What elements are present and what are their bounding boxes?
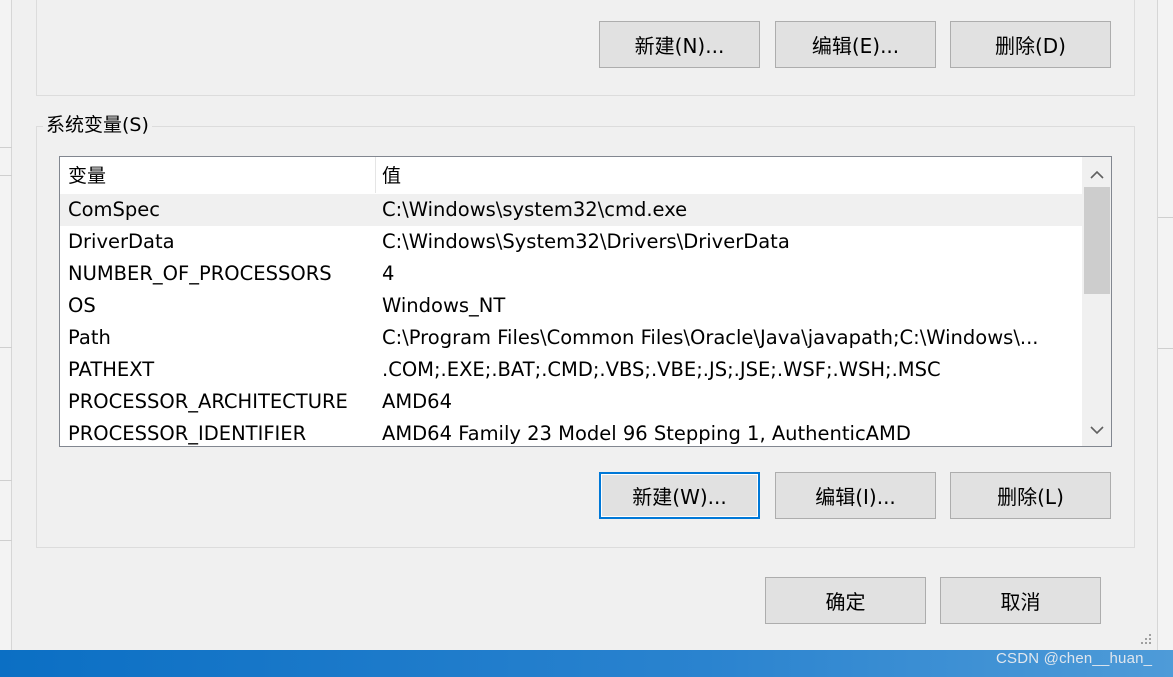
list-item[interactable]: OS Windows_NT bbox=[60, 290, 1082, 322]
list-item[interactable]: PATHEXT .COM;.EXE;.BAT;.CMD;.VBS;.VBE;.J… bbox=[60, 354, 1082, 386]
vertical-scrollbar[interactable] bbox=[1082, 157, 1111, 446]
chevron-up-icon bbox=[1090, 170, 1104, 179]
variable-name: Path bbox=[68, 326, 111, 349]
user-edit-button[interactable]: 编辑(E)... bbox=[775, 21, 936, 68]
chevron-down-icon bbox=[1090, 425, 1104, 434]
variable-value: .COM;.EXE;.BAT;.CMD;.VBS;.VBE;.JS;.JSE;.… bbox=[382, 358, 941, 381]
cancel-button[interactable]: 取消 bbox=[940, 577, 1101, 624]
variable-value: AMD64 bbox=[382, 390, 452, 413]
system-delete-button[interactable]: 删除(L) bbox=[950, 472, 1111, 519]
variable-name: NUMBER_OF_PROCESSORS bbox=[68, 262, 332, 285]
variable-value: Windows_NT bbox=[382, 294, 506, 317]
ok-button[interactable]: 确定 bbox=[765, 577, 926, 624]
scroll-up-button[interactable] bbox=[1082, 159, 1111, 189]
list-item[interactable]: PROCESSOR_IDENTIFIER AMD64 Family 23 Mod… bbox=[60, 418, 1082, 446]
variable-value: C:\Windows\System32\Drivers\DriverData bbox=[382, 230, 790, 253]
list-item[interactable]: PROCESSOR_ARCHITECTURE AMD64 bbox=[60, 386, 1082, 418]
system-new-button[interactable]: 新建(W)... bbox=[599, 472, 760, 519]
background-window-right bbox=[1157, 0, 1173, 650]
variable-name: ComSpec bbox=[68, 198, 161, 221]
variable-value: AMD64 Family 23 Model 96 Stepping 1, Aut… bbox=[382, 422, 911, 445]
variable-value: C:\Windows\system32\cmd.exe bbox=[382, 198, 688, 221]
variable-name: PROCESSOR_ARCHITECTURE bbox=[68, 390, 348, 413]
resize-grip-icon[interactable] bbox=[1138, 633, 1152, 647]
background-window-left bbox=[0, 0, 12, 650]
list-item[interactable]: Path C:\Program Files\Common Files\Oracl… bbox=[60, 322, 1082, 354]
variable-name: PATHEXT bbox=[68, 358, 155, 381]
list-header: 变量 值 bbox=[60, 157, 1082, 193]
variable-name: PROCESSOR_IDENTIFIER bbox=[68, 422, 307, 445]
variable-name: OS bbox=[68, 294, 96, 317]
variable-name: DriverData bbox=[68, 230, 175, 253]
list-item[interactable]: NUMBER_OF_PROCESSORS 4 bbox=[60, 258, 1082, 290]
variable-value: 4 bbox=[382, 262, 395, 285]
scrollbar-thumb[interactable] bbox=[1084, 187, 1110, 294]
list-item[interactable]: ComSpec C:\Windows\system32\cmd.exe bbox=[60, 194, 1082, 226]
system-variables-list[interactable]: 变量 值 ComSpec C:\Windows\system32\cmd.exe… bbox=[59, 156, 1112, 447]
user-delete-button[interactable]: 删除(D) bbox=[950, 21, 1111, 68]
scroll-down-button[interactable] bbox=[1082, 415, 1111, 445]
variable-value: C:\Program Files\Common Files\Oracle\Jav… bbox=[382, 326, 1039, 349]
user-new-button[interactable]: 新建(N)... bbox=[599, 21, 760, 68]
column-header-value[interactable]: 值 bbox=[374, 157, 1074, 193]
column-header-name[interactable]: 变量 bbox=[60, 157, 375, 193]
list-item[interactable]: DriverData C:\Windows\System32\Drivers\D… bbox=[60, 226, 1082, 258]
watermark: CSDN @chen__huan_ bbox=[996, 650, 1153, 667]
system-variables-title: 系统变量(S) bbox=[43, 113, 152, 137]
environment-variables-dialog: 新建(N)... 编辑(E)... 删除(D) 系统变量(S) 变量 值 Com… bbox=[12, 0, 1157, 650]
system-edit-button[interactable]: 编辑(I)... bbox=[775, 472, 936, 519]
